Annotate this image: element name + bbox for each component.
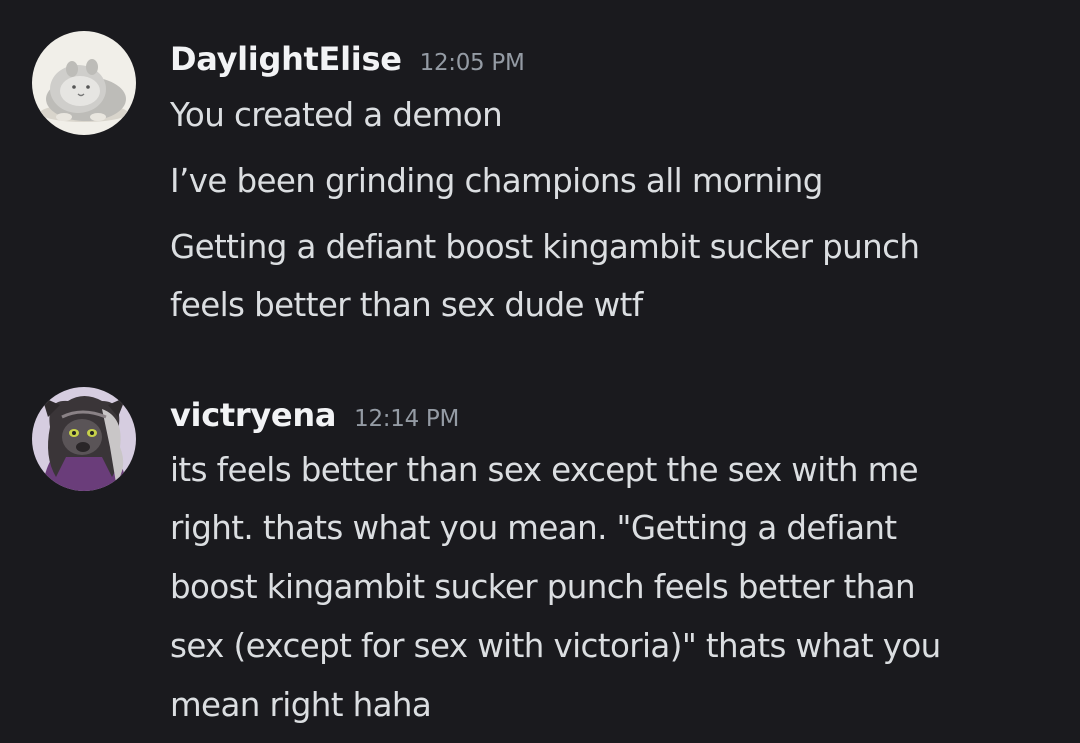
message-text: right. thats what you mean. "Getting a d… (170, 509, 897, 547)
avatar[interactable] (32, 387, 136, 491)
message-text: boost kingambit sucker punch feels bette… (170, 568, 916, 606)
hyena-character-avatar-icon (32, 387, 136, 491)
message-header: victryena 12:14 PM (170, 396, 459, 434)
message-text: mean right haha (170, 686, 432, 724)
timestamp[interactable]: 12:14 PM (354, 406, 459, 432)
message-group: victryena 12:14 PM its feels better than … (0, 0, 1080, 743)
message-text: sex (except for sex with victoria)" that… (170, 627, 941, 665)
username[interactable]: victryena (170, 396, 336, 434)
message-text: its feels better than sex except the sex… (170, 451, 919, 489)
